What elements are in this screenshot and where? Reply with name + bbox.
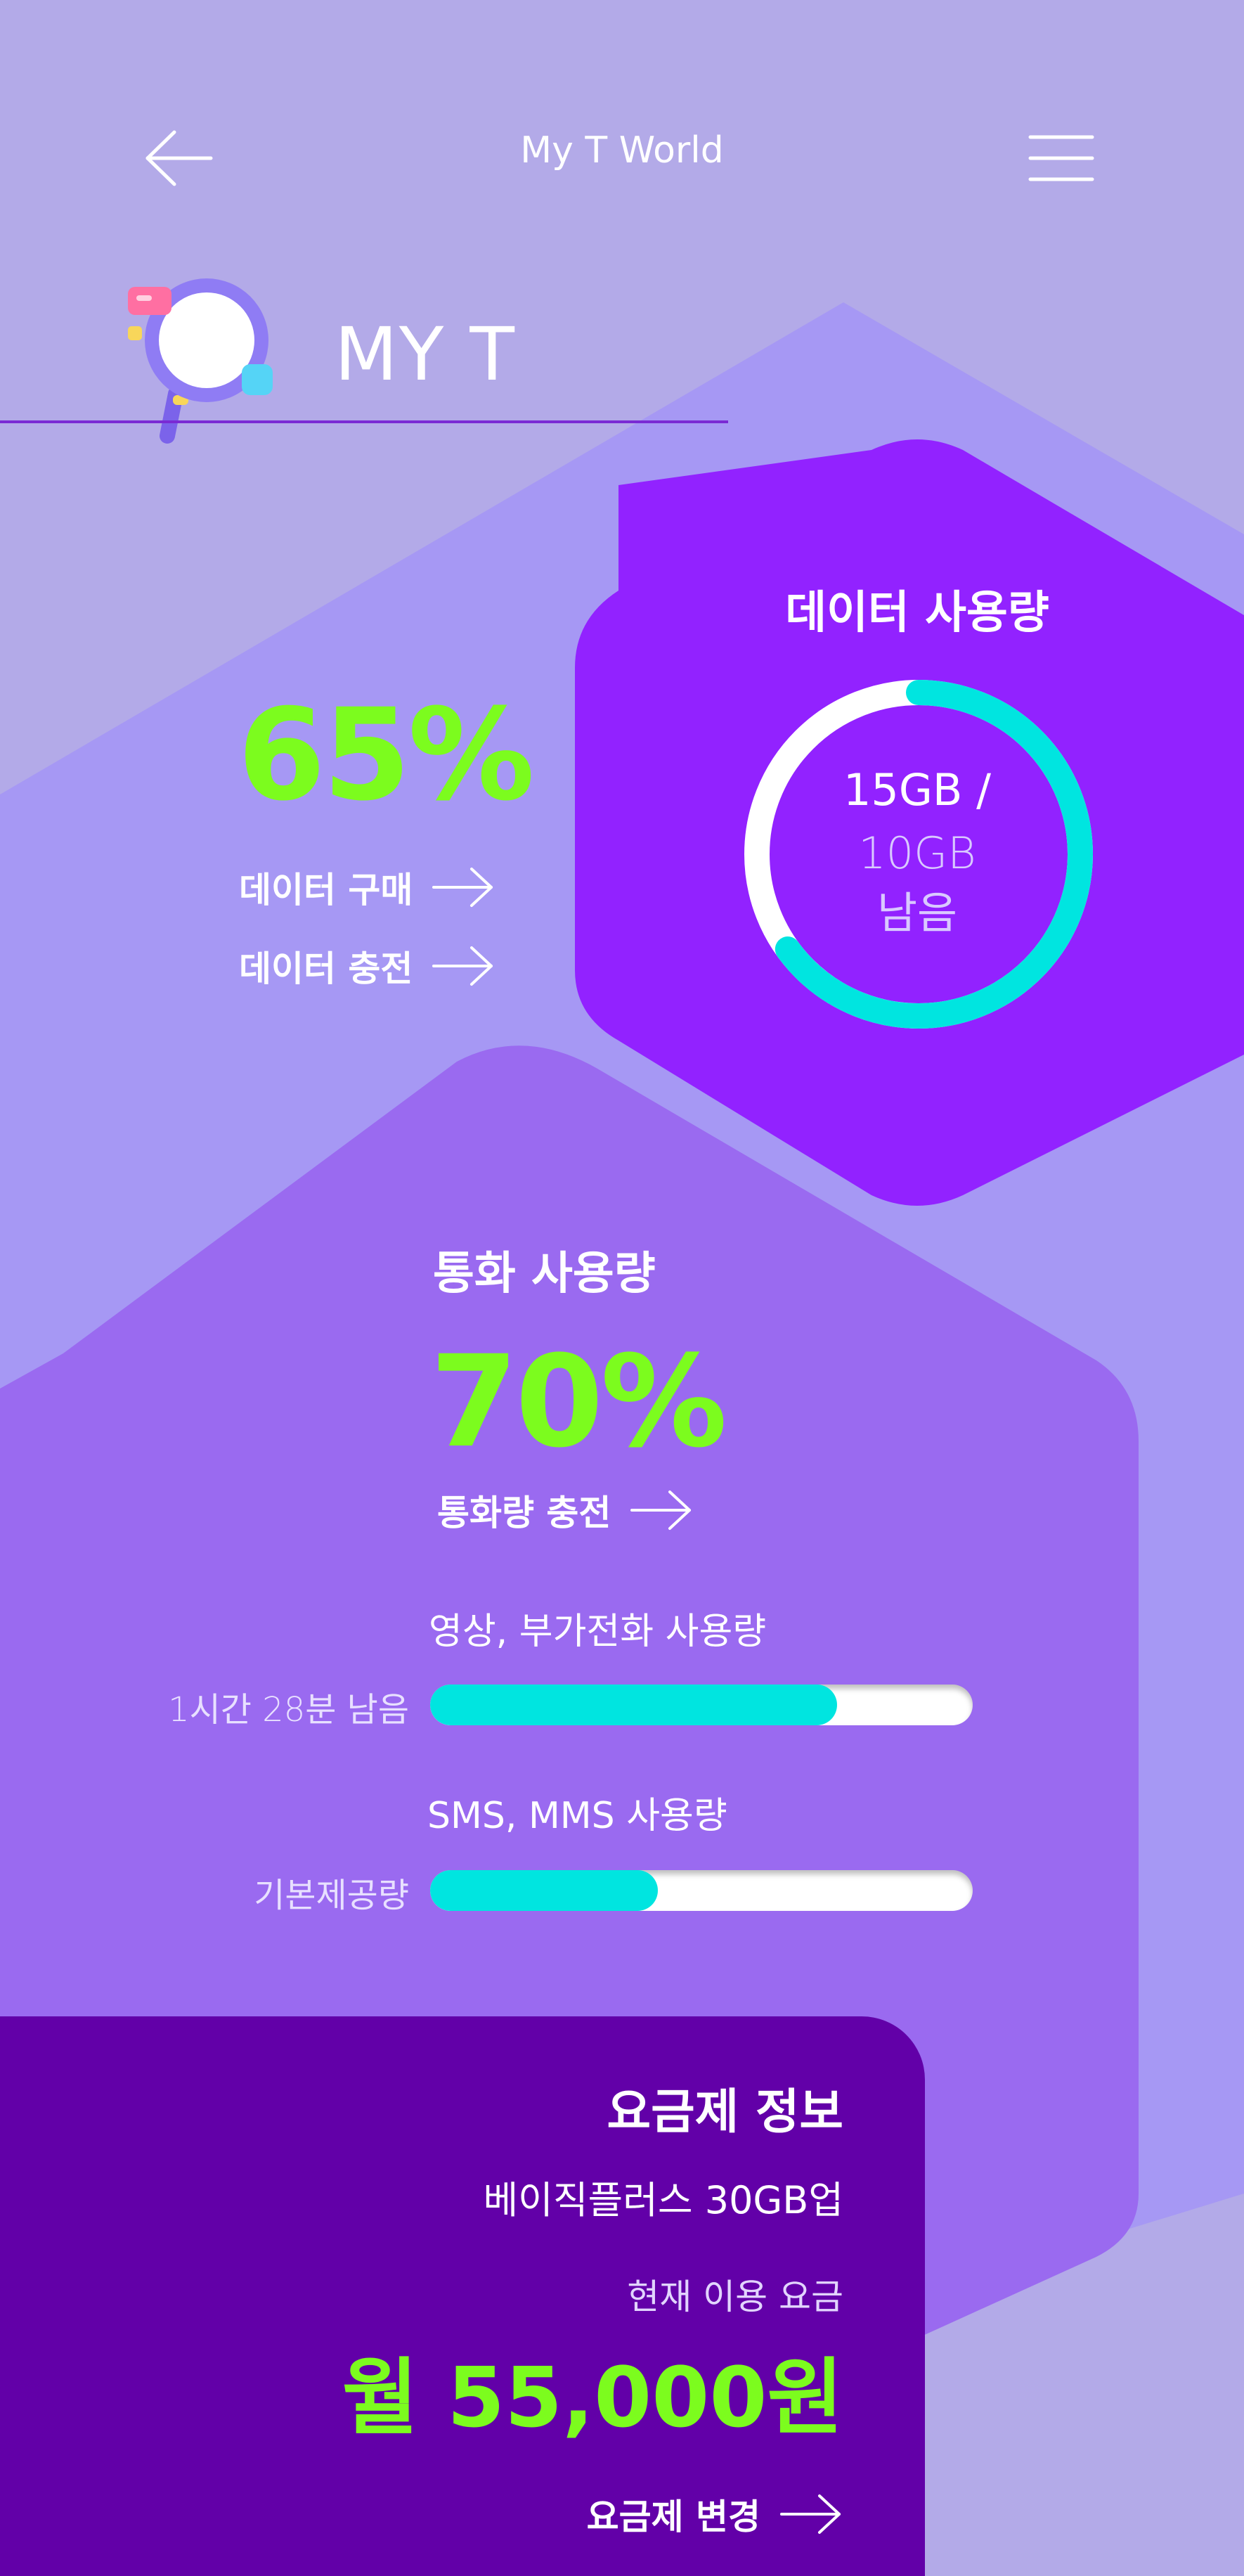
current-fee-value: 월 55,000원 [342, 2349, 843, 2446]
charge-call-link[interactable]: 통화량 충전 [437, 1485, 694, 1535]
charge-data-label: 데이터 충전 [239, 948, 413, 989]
charge-call-label: 통화량 충전 [437, 1493, 611, 1533]
call-usage-percent: 70% [430, 1329, 727, 1476]
ring-remaining-text: 10GB [858, 827, 976, 879]
buy-data-label: 데이터 구매 [239, 870, 413, 910]
buy-data-link[interactable]: 데이터 구매 [239, 862, 495, 913]
menu-button[interactable] [1019, 130, 1103, 186]
data-usage-title: 데이터 사용량 [785, 587, 1049, 639]
arrow-right-icon [780, 2494, 841, 2534]
charge-data-link[interactable]: 데이터 충전 [239, 941, 495, 991]
brand-divider [0, 420, 728, 423]
ring-used-text: 15GB / [843, 764, 992, 816]
current-fee-label: 현재 이용 요금 [627, 2276, 843, 2317]
sms-usage-fill [430, 1870, 659, 1911]
plan-info-title: 요금제 정보 [607, 2085, 843, 2140]
change-plan-link[interactable]: 요금제 변경 [587, 2489, 843, 2539]
brand-title: MY T [335, 311, 516, 397]
sms-usage-label: SMS, MMS 사용량 [427, 1795, 727, 1837]
sms-remaining-text: 기본제공량 [254, 1876, 409, 1915]
ring-remaining-suffix: 남음 [876, 887, 958, 939]
change-plan-label: 요금제 변경 [586, 2497, 760, 2537]
hamburger-menu-icon [1028, 135, 1094, 181]
call-usage-title: 통화 사용량 [433, 1248, 656, 1300]
sms-usage-bar [430, 1870, 973, 1911]
video-usage-fill [430, 1685, 837, 1725]
arrow-right-icon [630, 1490, 692, 1530]
arrow-right-icon [432, 946, 493, 986]
data-usage-percent: 65% [238, 682, 535, 829]
video-remaining-text: 1시간 28분 남음 [168, 1690, 409, 1730]
video-usage-label: 영상, 부가전화 사용량 [429, 1611, 767, 1653]
plan-name: 베이직플러스 30GB업 [483, 2178, 843, 2222]
arrow-right-icon [432, 868, 493, 907]
video-usage-bar [430, 1685, 973, 1725]
